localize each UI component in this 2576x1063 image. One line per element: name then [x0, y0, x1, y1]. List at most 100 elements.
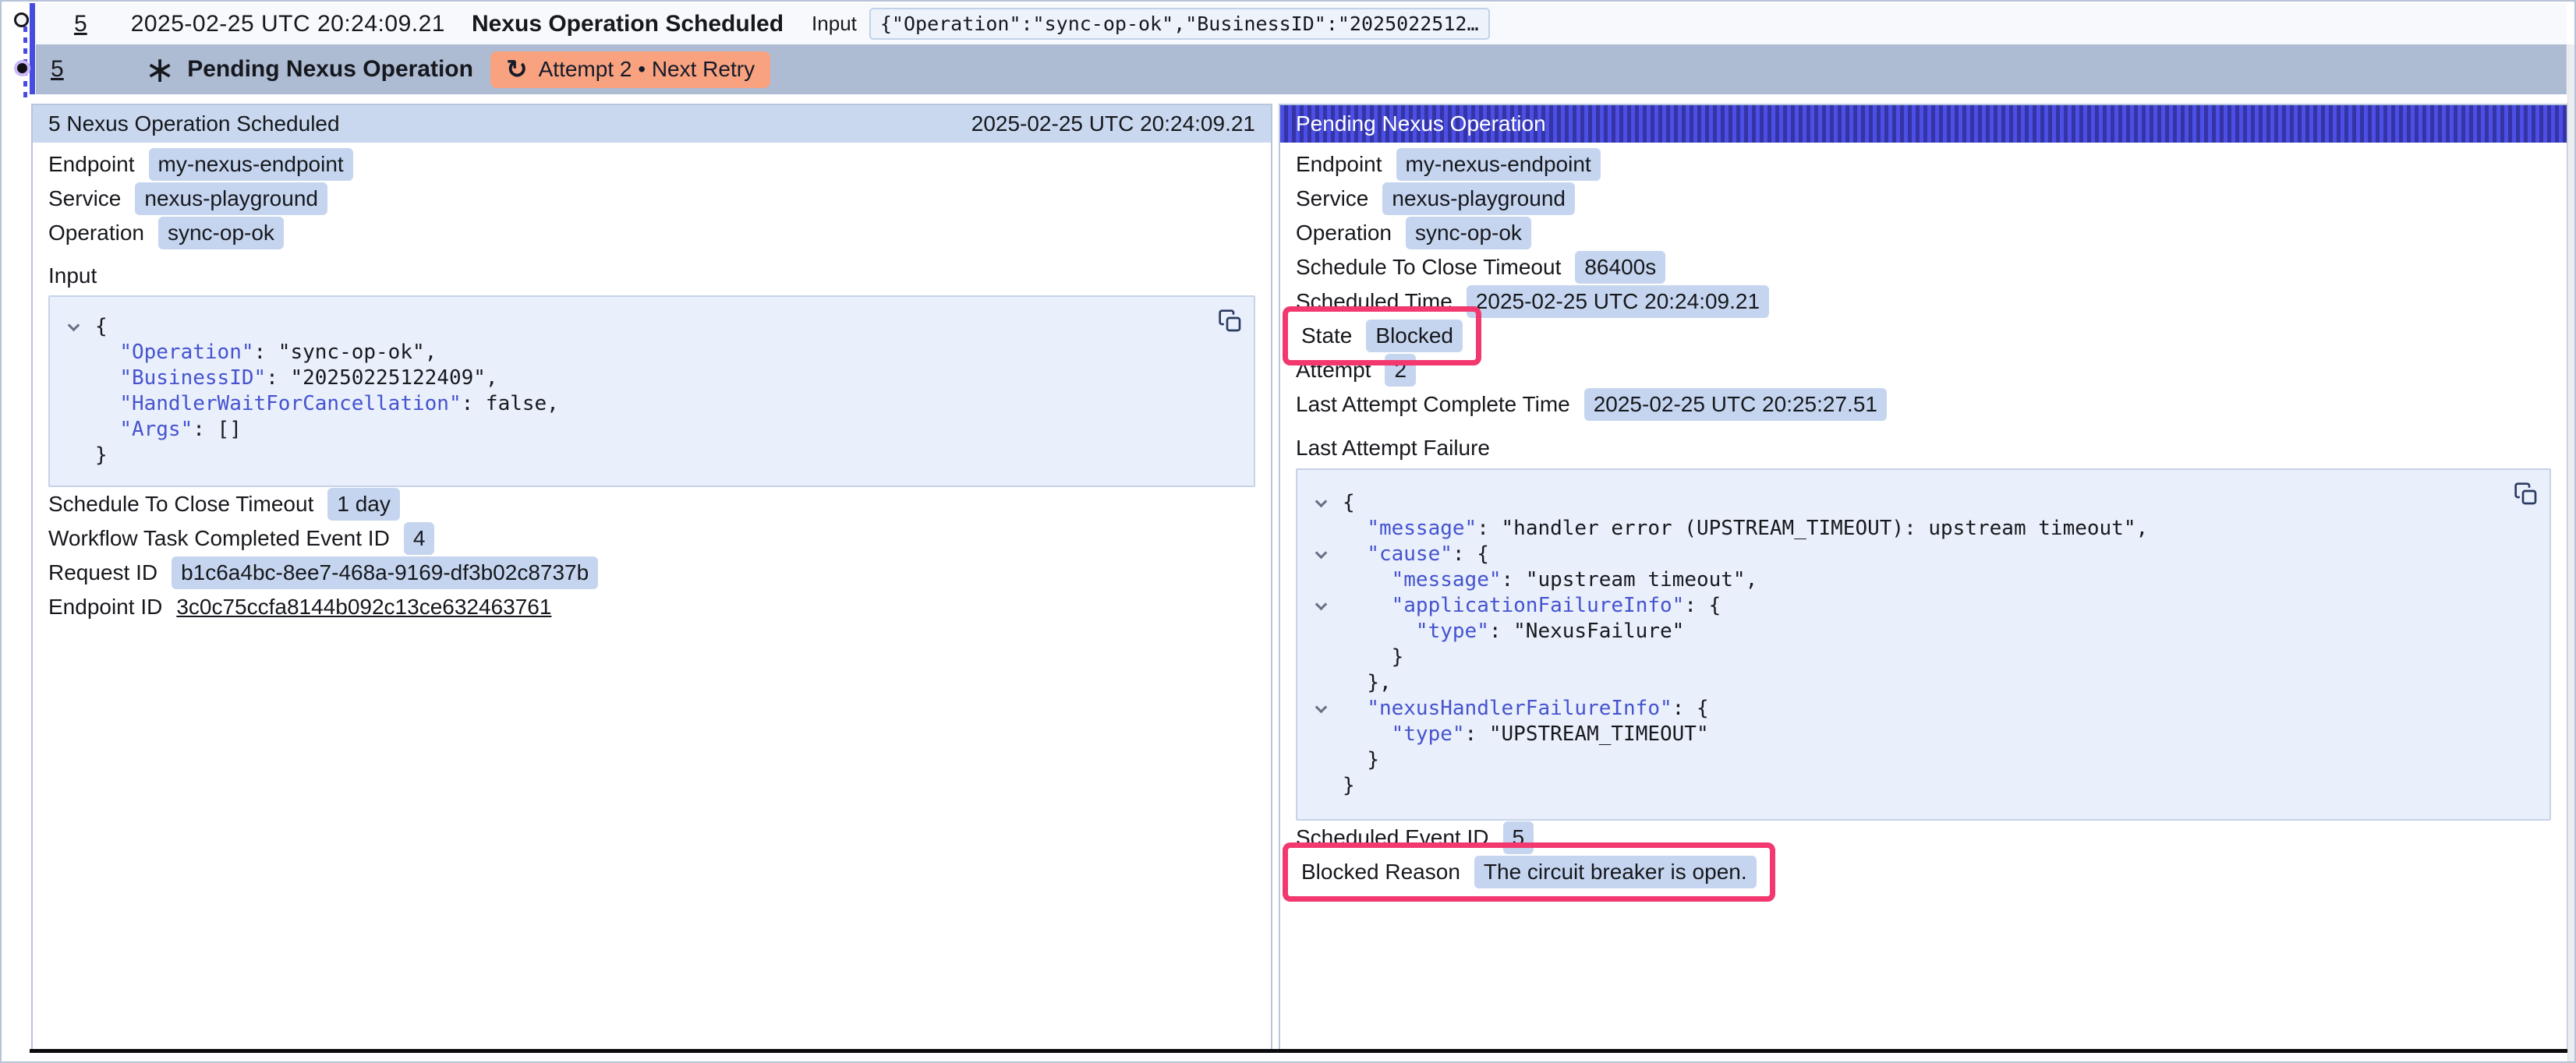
json-line: } — [1313, 645, 2534, 670]
copy-icon[interactable] — [1218, 308, 1243, 334]
json-text: "nexusHandlerFailureInfo": { — [1343, 696, 1709, 722]
field-label: Schedule To Close Timeout — [1296, 255, 1561, 280]
gutter-spacer — [65, 366, 95, 391]
vertical-scrollbar[interactable] — [2567, 44, 2574, 1061]
pending-panel-body: Endpoint my-nexus-endpointServicenexus-pl… — [1280, 143, 2567, 889]
field-label: Endpoint — [1296, 152, 1382, 177]
field-value-chip: The circuit breaker is open. — [1474, 856, 1757, 888]
field-row-endpoint: Endpoint my-nexus-endpoint — [1296, 147, 2551, 182]
scheduled-panel-body: Endpoint my-nexus-endpointServicenexus-pl… — [33, 143, 1271, 624]
field-row-endpoint-id: Endpoint ID 3c0c75ccfa8144b092c13ce632463… — [48, 590, 1255, 624]
nexus-asterisk-icon: ∗ — [145, 54, 175, 85]
gutter-spacer — [65, 417, 95, 443]
json-line: "Operation": "sync-op-ok", — [65, 340, 1238, 366]
field-value-chip: sync-op-ok — [1406, 217, 1531, 249]
scheduled-panel-header: 5 Nexus Operation Scheduled 2025-02-25 U… — [33, 105, 1271, 143]
json-line: } — [65, 443, 1238, 468]
input-section-label: Input — [48, 263, 1255, 289]
json-text: { — [95, 314, 108, 340]
collapse-chevron-icon[interactable] — [1313, 490, 1343, 516]
gutter-spacer — [1313, 645, 1343, 670]
scheduled-event-detail-panel: 5 Nexus Operation Scheduled 2025-02-25 U… — [31, 104, 1272, 1051]
field-value-chip: my-nexus-endpoint — [149, 148, 353, 181]
field-row-service: Servicenexus-playground — [1296, 182, 2551, 216]
annotation-highlight-box: StateBlocked — [1283, 306, 1481, 366]
json-text: "Operation": "sync-op-ok", — [95, 340, 437, 366]
scheduled-panel-timestamp: 2025-02-25 UTC 20:24:09.21 — [971, 111, 1255, 136]
event-id-link[interactable]: 5 — [51, 56, 64, 83]
json-text: "message": "upstream timeout", — [1343, 567, 1757, 593]
json-line: "message": "handler error (UPSTREAM_TIME… — [1313, 516, 2534, 542]
failure-json-block: { "message": "handler error (UPSTREAM_TI… — [1296, 468, 2551, 821]
pending-event-title: Pending Nexus Operation — [187, 56, 473, 83]
field-value-chip: 2025-02-25 UTC 20:25:27.51 — [1584, 388, 1887, 421]
json-line: "type": "NexusFailure" — [1313, 619, 2534, 645]
gutter-spacer — [1313, 773, 1343, 799]
failure-json-lines: { "message": "handler error (UPSTREAM_TI… — [1313, 490, 2534, 799]
field-row-operation: Operation sync-op-ok — [1296, 216, 2551, 250]
pending-operation-detail-panel: Pending Nexus Operation Endpoint my-nexus… — [1279, 104, 2568, 1051]
field-value-chip: 86400s — [1575, 251, 1665, 284]
gutter-spacer — [1313, 516, 1343, 542]
field-row-blocked-reason: Blocked ReasonThe circuit breaker is ope… — [1296, 855, 2551, 889]
field-label: Endpoint ID — [48, 595, 162, 620]
collapse-chevron-icon[interactable] — [65, 314, 95, 340]
field-value-chip: my-nexus-endpoint — [1396, 148, 1601, 181]
json-line: }, — [1313, 670, 2534, 696]
field-value-chip: nexus-playground — [1382, 182, 1575, 215]
pending-panel-header: Pending Nexus Operation — [1280, 105, 2567, 143]
gutter-spacer — [65, 391, 95, 417]
field-label: Endpoint — [48, 152, 135, 177]
gutter-spacer — [1313, 619, 1343, 645]
json-line: "BusinessID": "20250225122409", — [65, 366, 1238, 391]
pending-panel-title: Pending Nexus Operation — [1296, 111, 1546, 136]
field-row-workflow-task-completed-event-id: Workflow Task Completed Event ID 4 — [48, 521, 1255, 556]
gutter-spacer — [1313, 567, 1343, 593]
json-text: }, — [1343, 670, 1392, 696]
field-row-schedule-to-close-timeout: Schedule To Close Timeout1 day — [48, 487, 1255, 521]
field-row-last-attempt-complete-time: Last Attempt Complete Time 2025-02-25 UTC… — [1296, 387, 2551, 422]
gutter-spacer — [1313, 722, 1343, 747]
field-label: Last Attempt Complete Time — [1296, 392, 1570, 417]
field-row-state: StateBlocked — [1296, 319, 2551, 353]
json-line: { — [1313, 490, 2534, 516]
event-id-link[interactable]: 5 — [74, 11, 87, 37]
json-text: "type": "UPSTREAM_TIMEOUT" — [1343, 722, 1709, 747]
json-text: } — [1343, 645, 1403, 670]
json-text: "HandlerWaitForCancellation": false, — [95, 391, 559, 417]
scheduled-fields: Endpoint my-nexus-endpointServicenexus-pl… — [48, 147, 1255, 250]
copy-icon[interactable] — [2514, 481, 2539, 507]
selected-events-indicator-bar — [30, 3, 35, 94]
field-value-chip: 4 — [404, 522, 435, 555]
retry-status-badge: ↻ Attempt 2 • Next Retry — [490, 51, 770, 88]
field-label: Operation — [1296, 221, 1392, 245]
json-line: } — [1313, 747, 2534, 773]
collapse-chevron-icon[interactable] — [1313, 593, 1343, 619]
json-line: } — [1313, 773, 2534, 799]
input-label: Input — [812, 12, 857, 36]
event-history-view: 5 2025-02-25 UTC 20:24:09.21 Nexus Opera… — [0, 0, 2576, 1063]
event-row-pending[interactable]: 5 ∗ Pending Nexus Operation ↻ Attempt 2 … — [36, 44, 2567, 94]
json-text: } — [1343, 747, 1379, 773]
field-value-chip: sync-op-ok — [158, 217, 284, 249]
field-value-chip: 2025-02-25 UTC 20:24:09.21 — [1467, 285, 1769, 318]
event-timestamp: 2025-02-25 UTC 20:24:09.21 — [131, 11, 445, 37]
retry-badge-label: Attempt 2 • Next Retry — [539, 57, 755, 82]
pending-fields: Endpoint my-nexus-endpointServicenexus-pl… — [1296, 147, 2551, 422]
field-value-link[interactable]: 3c0c75ccfa8144b092c13ce632463761 — [176, 595, 551, 620]
retry-icon: ↻ — [506, 58, 528, 81]
collapse-chevron-icon[interactable] — [1313, 696, 1343, 722]
field-label: Workflow Task Completed Event ID — [48, 526, 390, 551]
gutter-spacer — [1313, 747, 1343, 773]
gutter-spacer — [65, 340, 95, 366]
json-text: { — [1343, 490, 1355, 516]
field-row-scheduled-time: Scheduled Time2025-02-25 UTC 20:24:09.21 — [1296, 284, 2551, 319]
collapse-chevron-icon[interactable] — [1313, 542, 1343, 567]
field-row-service: Servicenexus-playground — [48, 182, 1255, 216]
json-line: "Args": [] — [65, 417, 1238, 443]
failure-section-label: Last Attempt Failure — [1296, 434, 2551, 462]
field-label: Operation — [48, 221, 144, 245]
timeline-event-dot-filled-icon — [14, 60, 30, 76]
event-row-scheduled[interactable]: 5 2025-02-25 UTC 20:24:09.21 Nexus Opera… — [36, 3, 2567, 44]
json-text: } — [95, 443, 108, 468]
